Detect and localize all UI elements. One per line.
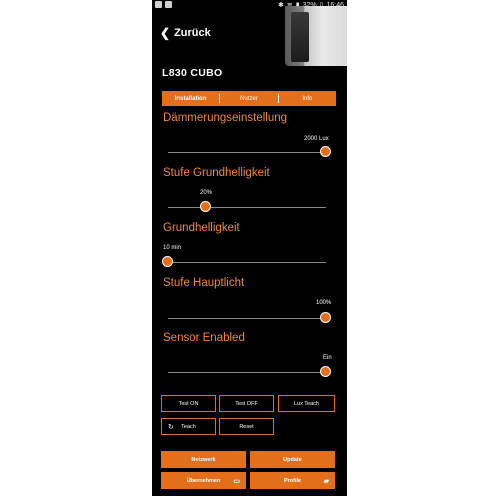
setting-value: 10 min [163,245,182,251]
refresh-icon: ↻ [168,423,174,431]
slider-thumb[interactable] [320,146,331,157]
device-image [285,6,347,66]
setting-title: Dämmerungseinstellung [163,112,288,124]
slider-thumb[interactable] [162,256,173,267]
back-button[interactable]: ❮ Zurück [160,26,211,40]
slider-thumb[interactable] [320,366,331,377]
slider-track[interactable] [168,372,326,373]
slider-track[interactable] [168,152,326,153]
netzwerk-label: Netzwerk [191,456,216,463]
tab-bar: Installation Nutzer Info [162,91,336,106]
tab-nutzer[interactable]: Nutzer [220,96,277,102]
page-title: L830 CUBO [162,67,223,79]
slider-track[interactable] [168,318,326,319]
teach-label: Teach [181,423,196,430]
lux-teach-label: Lux Teach [294,400,319,407]
folder-icon: ▰ [323,477,329,485]
update-label: Update [283,456,302,463]
setting-title: Sensor Enabled [163,332,245,344]
slider-thumb[interactable] [199,201,211,212]
test-off-button[interactable]: Test OFF [219,395,274,412]
setting-title: Stufe Hauptlicht [163,277,245,289]
slider-track[interactable] [168,207,326,208]
profile-button[interactable]: Profile ▰ [250,472,335,489]
chevron-left-icon: ❮ [160,26,171,40]
setting-value: 100% [316,300,332,306]
update-button[interactable]: Update [250,451,335,468]
lux-teach-button[interactable]: Lux Teach [278,395,335,412]
notification-icon [165,1,172,8]
notification-icon [155,1,162,8]
slider-track[interactable] [168,262,326,263]
profile-label: Profile [283,477,302,484]
slider-thumb[interactable] [320,312,331,323]
uebernehmen-button[interactable]: Übernehmen ▭ [161,472,246,489]
tab-installation[interactable]: Installation [162,96,219,102]
teach-button[interactable]: ↻ Teach [161,418,216,435]
back-label: Zurück [174,27,211,39]
phone-screen: ✱ ≋ ▮ 32% ▯ 16:46 ❮ Zurück L830 CUBO Ins… [152,0,347,496]
test-off-label: Test OFF [235,400,258,407]
bluetooth-icon: ✱ [277,2,284,9]
setting-value: 20% [200,190,213,196]
navigation-bar [152,490,347,496]
uebernehmen-label: Übernehmen [186,477,221,484]
setting-value: Ein [323,355,332,361]
setting-value: 2000 Lux [304,136,329,142]
netzwerk-button[interactable]: Netzwerk [161,451,246,468]
setting-title: Grundhelligkeit [163,222,240,234]
test-on-button[interactable]: Test ON [161,395,216,412]
tab-info[interactable]: Info [279,96,336,102]
reset-label: Reset [239,423,254,430]
save-icon: ▭ [233,477,240,485]
setting-title: Stufe Grundhelligkeit [163,167,270,179]
reset-button[interactable]: Reset [219,418,274,435]
test-on-label: Test ON [178,400,199,407]
